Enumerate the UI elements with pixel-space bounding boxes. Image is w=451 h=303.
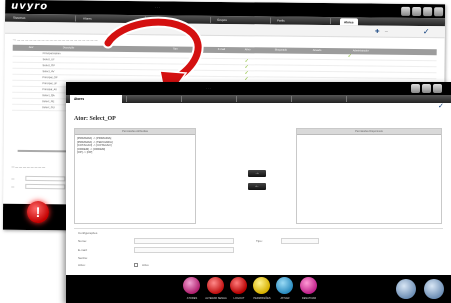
section-label: Configurações [78,231,98,235]
window-icon[interactable] [434,7,444,17]
back-topbar-text: · · · [155,5,160,10]
front-topbar-text: · · · [206,86,211,90]
page-title: Ator: Select_OP [74,116,116,122]
available-permissions-panel: Permissões Disponíveis [296,128,442,224]
column-header[interactable]: E-mail [218,48,225,51]
logout-icon[interactable] [230,277,247,294]
field-input[interactable] [25,183,66,190]
deactivate-icon[interactable] [300,277,317,294]
move-right-button[interactable]: → [248,170,266,177]
menu-item[interactable]: Grupos [217,16,227,24]
active-label: Ativo: [78,263,86,267]
permissions-icon[interactable] [253,277,270,294]
column-header[interactable]: Descrição [63,46,75,49]
action-label: DESATIVAR [301,297,317,300]
type-select[interactable] [281,238,319,244]
back-logo: uvyro [11,0,49,13]
column-header[interactable]: Ator [29,46,34,49]
field-label: — [11,176,15,181]
password-label: Senha: [78,256,88,260]
front-topbar: · · · [66,82,451,95]
save-icon[interactable] [396,279,416,299]
front-window: · · · Atores ✓ Ator: Select_OP Permissõe… [66,82,451,303]
name-input[interactable] [134,238,234,244]
tab-atores[interactable]: Atores [70,95,122,103]
check-icon[interactable]: ✓ [438,102,444,110]
add-label: — [384,29,388,34]
front-menubar [66,95,451,103]
check-icon[interactable]: ✓ [423,27,430,36]
window-icon[interactable] [423,7,433,17]
menu-item[interactable]: Perfis [277,17,285,25]
add-icon[interactable]: + [375,27,380,36]
column-header[interactable]: Ativo [245,48,251,51]
window-icon[interactable] [411,84,420,93]
alert-icon[interactable]: ! [26,200,50,224]
assigned-permissions-panel: Permissões Atribuídas [PRIMARIA] -> [PRI… [74,128,196,224]
activate-icon[interactable] [276,277,293,294]
filter-text: — — — — — — — — — — — — — — — — — — — — … [12,37,98,43]
email-input[interactable] [134,247,234,253]
column-header[interactable]: Administrador [353,49,369,52]
field-label: — [11,184,15,189]
type-label: Tipo: [256,239,263,243]
divider [74,228,443,229]
horizontal-scrollbar[interactable] [17,149,68,153]
email-label: E-mail: [78,248,88,252]
actors-icon[interactable] [183,277,200,294]
move-left-button[interactable]: ← [248,183,266,190]
name-label: Nome: [78,239,87,243]
active-checkbox[interactable] [134,263,138,267]
column-header[interactable]: Bloqueado [275,49,287,52]
panel-header: Permissões Disponíveis [297,129,441,135]
front-bottom-bar: ATORES ALTERAR SENHA LOGOUT PERMISSÕES A… [66,275,451,303]
active-value: Ativo [142,263,149,267]
menu-item[interactable]: Atores [83,15,92,23]
window-icon[interactable] [422,84,431,93]
field-input[interactable] [25,175,66,182]
column-header[interactable]: Ativado [313,49,322,52]
window-icon[interactable] [433,84,442,93]
window-icon[interactable] [412,6,422,17]
change-password-icon[interactable] [207,277,224,294]
add-text: — — — — — — — — — [11,164,46,170]
window-icon[interactable] [401,6,411,16]
list-item[interactable]: [OP] -> [OP] [77,151,193,155]
menu-item[interactable]: Sistemas [13,14,25,22]
back-icon[interactable] [424,279,444,299]
